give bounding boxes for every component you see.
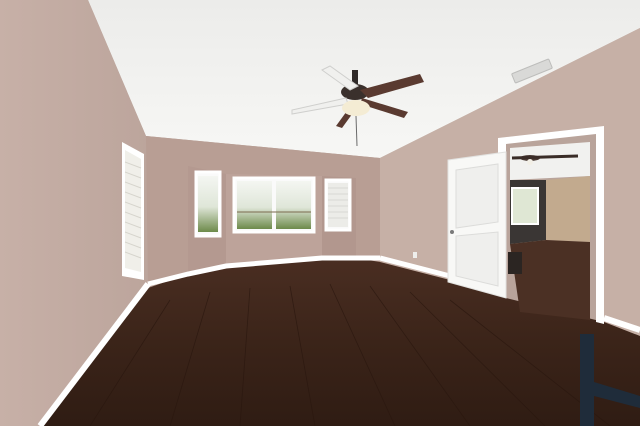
window-left-wall xyxy=(122,142,144,280)
fan-light xyxy=(342,100,370,116)
window-left xyxy=(194,170,222,238)
window-center xyxy=(232,176,316,234)
window-right xyxy=(324,178,352,232)
adjacent-room-wall xyxy=(546,176,590,242)
adjacent-room-ceiling xyxy=(510,142,590,180)
door-knob[interactable] xyxy=(450,230,454,234)
room-photo xyxy=(0,0,640,426)
adjacent-room-window xyxy=(511,187,539,225)
open-door[interactable] xyxy=(447,151,507,299)
wall-outlet xyxy=(413,252,417,258)
room-illustration xyxy=(0,0,640,426)
adjacent-room-chair xyxy=(508,252,522,274)
